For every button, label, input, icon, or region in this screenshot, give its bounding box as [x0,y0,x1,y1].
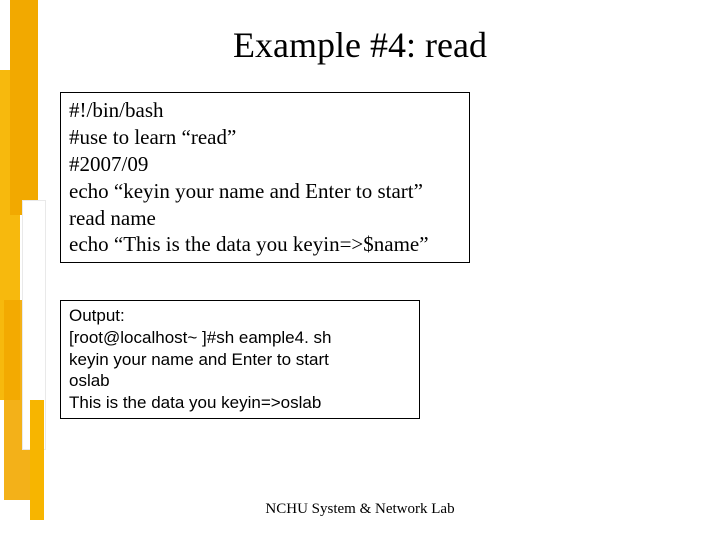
decorative-sidebar [0,0,48,540]
code-line: read name [69,205,461,232]
footer-text: NCHU System & Network Lab [0,501,720,518]
code-line: #use to learn “read” [69,124,461,151]
output-line: This is the data you keyin=>oslab [69,392,411,414]
code-line: echo “keyin your name and Enter to start… [69,178,461,205]
output-line: [root@localhost~ ]#sh eample4. sh [69,327,411,349]
slide-title: Example #4: read [0,24,720,66]
output-line: keyin your name and Enter to start [69,349,411,371]
output-line: oslab [69,370,411,392]
output-box: Output: [root@localhost~ ]#sh eample4. s… [60,300,420,419]
output-line: Output: [69,305,411,327]
code-line: #!/bin/bash [69,97,461,124]
code-line: echo “This is the data you keyin=>$name” [69,231,461,258]
code-box: #!/bin/bash #use to learn “read” #2007/0… [60,92,470,263]
code-line: #2007/09 [69,151,461,178]
